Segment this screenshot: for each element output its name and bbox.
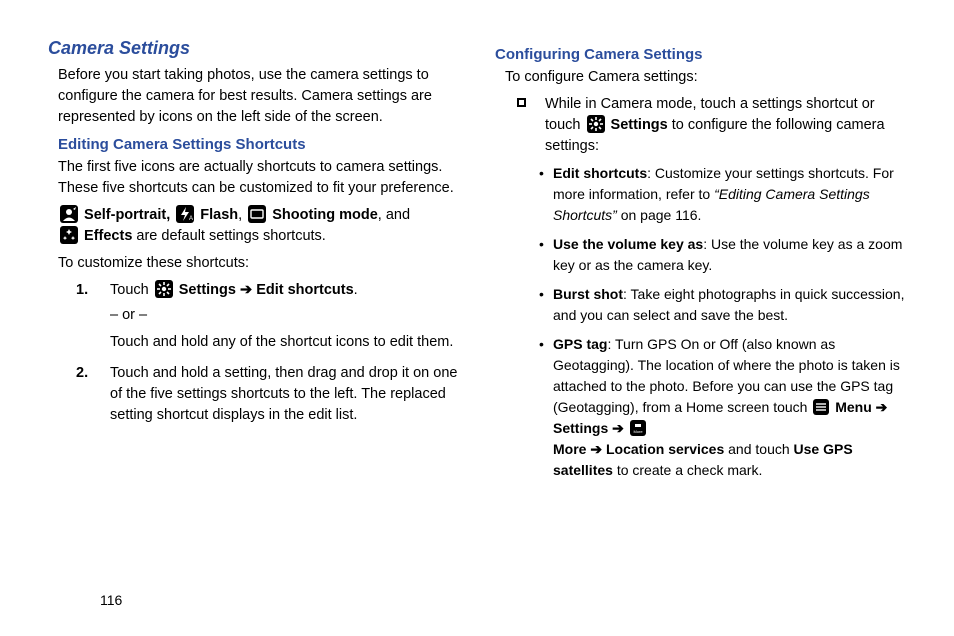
label: Burst shot — [553, 286, 623, 302]
paragraph: To customize these shortcuts: — [58, 253, 459, 274]
list-item: • Use the volume key as: Use the volume … — [539, 234, 906, 276]
label: Use the volume key as — [553, 236, 703, 252]
menu-icon — [813, 399, 829, 415]
flash-icon: A — [176, 205, 194, 223]
text: to create a check mark. — [613, 462, 762, 478]
text: , — [238, 207, 246, 223]
label: Settings — [179, 282, 236, 298]
bullet-icon: • — [539, 163, 544, 184]
left-column: Camera Settings Before you start taking … — [48, 38, 459, 616]
section-heading: Camera Settings — [48, 38, 459, 59]
square-bullet-list: While in Camera mode, touch a settings s… — [517, 94, 906, 157]
page-number: 116 — [100, 592, 122, 608]
bullet-icon: • — [539, 284, 544, 305]
paragraph: The first five icons are actually shortc… — [58, 157, 459, 199]
bullet-icon: • — [539, 234, 544, 255]
arrow-icon: ➔ — [236, 282, 256, 298]
settings-gear-icon — [587, 115, 605, 133]
label: Shooting mode — [272, 207, 378, 223]
text: , and — [378, 207, 410, 223]
label: Location services — [606, 441, 724, 457]
text: Touch and hold any of the shortcut icons… — [110, 332, 459, 353]
list-item: While in Camera mode, touch a settings s… — [517, 94, 906, 157]
label: GPS tag — [553, 336, 607, 352]
list-item-1: 1. Touch Settings ➔ Edit shortcuts. – or… — [76, 280, 459, 353]
text: are default settings shortcuts. — [132, 228, 325, 244]
arrow-icon: ➔ — [590, 441, 606, 457]
arrow-icon: ➔ — [872, 399, 888, 415]
default-shortcuts-line: Self-portrait, A Flash, Shooting mode, a… — [58, 205, 459, 247]
step-number: 1. — [76, 280, 88, 301]
label: Self-portrait, — [84, 207, 170, 223]
list-item-2: 2. Touch and hold a setting, then drag a… — [76, 363, 459, 426]
shooting-mode-icon — [248, 205, 266, 223]
self-portrait-icon — [60, 205, 78, 223]
text: and touch — [724, 441, 793, 457]
label: More — [553, 441, 590, 457]
label: Settings — [611, 117, 668, 133]
label: Edit shortcuts — [256, 282, 353, 298]
paragraph: To configure Camera settings: — [505, 67, 906, 88]
effects-icon — [60, 226, 78, 244]
bullet-icon: • — [539, 334, 544, 355]
square-bullet-icon — [517, 98, 526, 107]
intro-paragraph: Before you start taking photos, use the … — [58, 65, 459, 128]
list-item: • Burst shot: Take eight photographs in … — [539, 284, 906, 326]
subheading-editing-shortcuts: Editing Camera Settings Shortcuts — [58, 136, 459, 153]
text: Touch — [110, 282, 153, 298]
list-item: • Edit shortcuts: Customize your setting… — [539, 163, 906, 226]
text: Touch and hold a setting, then drag and … — [110, 365, 457, 423]
step-number: 2. — [76, 363, 88, 384]
more-icon: More — [630, 420, 646, 436]
label: Effects — [84, 228, 132, 244]
svg-text:A: A — [189, 216, 193, 222]
subheading-configuring: Configuring Camera Settings — [495, 46, 906, 63]
arrow-icon: ➔ — [608, 420, 628, 436]
right-column: Configuring Camera Settings To configure… — [495, 38, 906, 616]
list-item: • GPS tag: Turn GPS On or Off (also know… — [539, 334, 906, 481]
label: Menu — [835, 399, 872, 415]
label: Edit shortcuts — [553, 165, 647, 181]
text: . — [354, 282, 358, 298]
label: Settings — [553, 420, 608, 436]
label: Flash — [200, 207, 238, 223]
bullet-list: • Edit shortcuts: Customize your setting… — [539, 163, 906, 481]
ordered-list: 1. Touch Settings ➔ Edit shortcuts. – or… — [76, 280, 459, 426]
or-separator: – or – — [110, 305, 459, 326]
svg-text:More: More — [633, 429, 643, 434]
settings-gear-icon — [155, 280, 173, 298]
text: on page 116. — [617, 207, 702, 223]
manual-page: Camera Settings Before you start taking … — [0, 0, 954, 636]
